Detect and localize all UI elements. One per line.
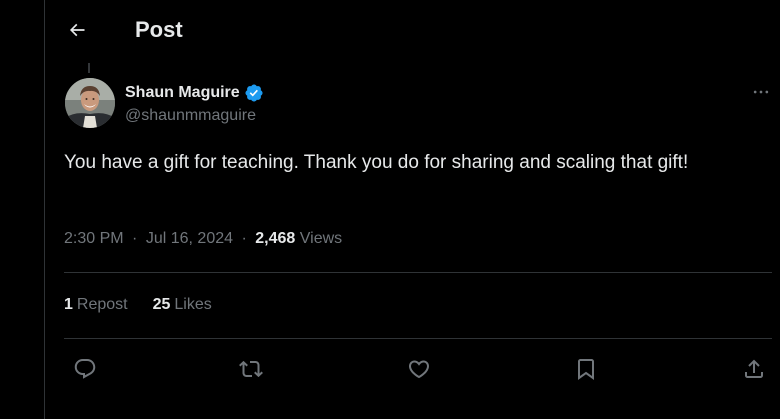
reposts-stat[interactable]: 1 Repost xyxy=(64,295,128,315)
divider xyxy=(64,272,772,273)
author-handle[interactable]: @shaunmmaguire xyxy=(125,106,256,126)
avatar-image xyxy=(65,78,115,128)
heart-icon xyxy=(408,360,430,379)
author-name[interactable]: Shaun Maguire xyxy=(125,83,240,103)
page-header: Post xyxy=(45,0,780,62)
page-title: Post xyxy=(135,17,183,42)
share-icon xyxy=(745,359,763,378)
reply-icon xyxy=(74,359,96,379)
post-text: You have a gift for teaching. Thank you … xyxy=(64,152,689,173)
views-label: Views xyxy=(299,230,343,247)
more-horizontal-icon xyxy=(753,90,769,94)
reposts-label: Repost xyxy=(76,296,128,313)
bookmark-button[interactable] xyxy=(567,350,605,388)
likes-count: 25 xyxy=(152,296,171,313)
post-date[interactable]: Jul 16, 2024 xyxy=(146,230,233,247)
likes-stat[interactable]: 25 Likes xyxy=(153,295,212,315)
thread-connector-line xyxy=(88,63,90,73)
post-author-row: Shaun Maguire @shaunmmaguire xyxy=(65,78,780,132)
post-meta: 2:30 PM · Jul 16, 2024 · 2,468 Views xyxy=(64,229,342,249)
verified-badge-icon[interactable] xyxy=(244,83,264,103)
reply-button[interactable] xyxy=(66,350,104,388)
meta-separator: · xyxy=(241,230,247,247)
more-options-button[interactable] xyxy=(745,78,777,106)
avatar[interactable] xyxy=(65,78,115,128)
post-actions-bar xyxy=(64,350,772,388)
meta-separator: · xyxy=(132,230,138,247)
likes-label: Likes xyxy=(174,296,212,313)
back-button[interactable] xyxy=(59,12,95,48)
bookmark-icon xyxy=(578,359,594,380)
post-stats: 1 Repost 25 Likes xyxy=(64,295,237,315)
post-page: Post Shaun Maguire @shaunmmaguire You ha… xyxy=(0,0,780,419)
views-count: 2,468 xyxy=(255,230,296,247)
arrow-left-icon xyxy=(69,23,85,37)
post-time[interactable]: 2:30 PM xyxy=(64,230,124,247)
like-button[interactable] xyxy=(400,350,438,388)
repost-button[interactable] xyxy=(232,350,270,388)
author-name-row: Shaun Maguire xyxy=(125,82,264,104)
reposts-count: 1 xyxy=(64,296,73,313)
left-column-border xyxy=(44,0,45,419)
share-button[interactable] xyxy=(735,350,773,388)
repost-icon xyxy=(239,360,263,378)
divider xyxy=(64,338,772,339)
